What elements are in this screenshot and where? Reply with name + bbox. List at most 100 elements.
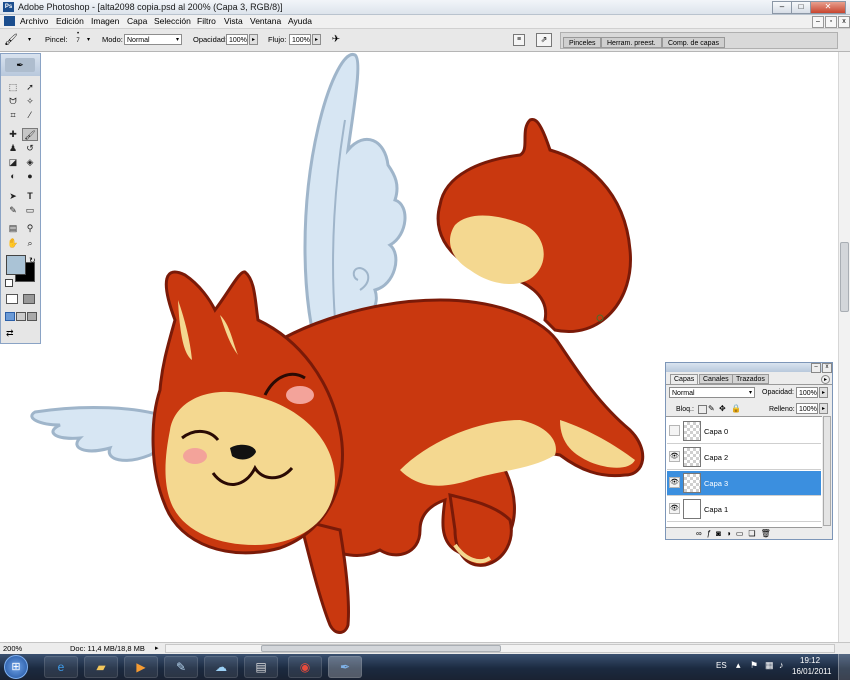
lock-pixels-icon[interactable]: ✎ bbox=[708, 404, 715, 413]
tab-canales[interactable]: Canales bbox=[699, 374, 733, 384]
folder-icon[interactable]: ▰ bbox=[84, 656, 118, 678]
opacity-input[interactable]: 100% bbox=[226, 34, 248, 45]
eye-icon[interactable]: 👁 bbox=[669, 451, 680, 462]
add-mask-icon[interactable]: ◙ bbox=[716, 529, 726, 538]
crop-icon[interactable]: ⌗ bbox=[5, 109, 21, 122]
vertical-scrollbar[interactable] bbox=[838, 52, 850, 642]
blur-icon[interactable]: ◐ bbox=[5, 170, 21, 183]
well-tab-herramientas[interactable]: Herram. preest. bbox=[601, 37, 662, 48]
menu-ayuda[interactable]: Ayuda bbox=[288, 16, 312, 26]
zoom-level[interactable]: 200% bbox=[3, 644, 22, 653]
menu-archivo[interactable]: Archivo bbox=[20, 16, 48, 26]
menu-seleccion[interactable]: Selección bbox=[154, 16, 191, 26]
new-group-icon[interactable]: ▭ bbox=[736, 529, 749, 538]
lock-position-icon[interactable]: ✥ bbox=[719, 404, 726, 413]
layer-style-icon[interactable]: ƒ bbox=[707, 529, 716, 538]
layer-opacity-slider[interactable]: ▸ bbox=[819, 387, 828, 398]
airbrush-icon[interactable]: ✈ bbox=[329, 34, 343, 46]
photoshop-taskbar-icon[interactable]: ✒ bbox=[328, 656, 362, 678]
eraser-icon[interactable]: ◪ bbox=[5, 156, 21, 169]
lock-transparency-icon[interactable] bbox=[698, 405, 707, 414]
bucket-icon[interactable]: ◈ bbox=[22, 156, 38, 169]
layer-opacity-input[interactable]: 100% bbox=[796, 387, 818, 398]
tools-header[interactable]: ✒ bbox=[1, 54, 40, 76]
tab-capas[interactable]: Capas bbox=[670, 374, 699, 384]
eye-icon[interactable]: 👁 bbox=[669, 503, 680, 514]
maximize-button[interactable]: □ bbox=[791, 1, 811, 14]
document-canvas[interactable] bbox=[0, 52, 838, 642]
vertical-scroll-thumb[interactable] bbox=[840, 242, 849, 312]
slice-icon[interactable]: ⁄ bbox=[22, 109, 38, 122]
adjustment-layer-icon[interactable]: ◑ bbox=[726, 529, 736, 538]
palette-toggle-icon[interactable]: ≡ bbox=[513, 34, 525, 46]
language-indicator[interactable]: ES bbox=[716, 661, 727, 670]
shape-icon[interactable]: ▭ bbox=[22, 204, 38, 217]
paint-app-icon[interactable]: ✎ bbox=[164, 656, 198, 678]
eye-icon[interactable]: 👁 bbox=[669, 477, 680, 488]
go-to-bridge-icon[interactable]: ⇗ bbox=[536, 33, 552, 47]
ps-menu-icon[interactable] bbox=[4, 16, 15, 26]
menu-vista[interactable]: Vista bbox=[224, 16, 243, 26]
brush-preview[interactable]: • 7 bbox=[74, 31, 82, 45]
menu-imagen[interactable]: Imagen bbox=[91, 16, 119, 26]
well-tab-comp-capas[interactable]: Comp. de capas bbox=[662, 37, 725, 48]
clock-time[interactable]: 19:12 bbox=[800, 656, 820, 665]
chrome-icon[interactable]: ◉ bbox=[288, 656, 322, 678]
ie-icon[interactable]: e bbox=[44, 656, 78, 678]
menu-ventana[interactable]: Ventana bbox=[250, 16, 281, 26]
path-select-icon[interactable]: ➤ bbox=[5, 190, 21, 203]
default-colors-icon[interactable] bbox=[5, 279, 13, 287]
brush-picker-arrow[interactable]: ▾ bbox=[87, 36, 90, 43]
fill-input[interactable]: 100% bbox=[796, 403, 818, 414]
close-button[interactable]: ✕ bbox=[810, 1, 846, 14]
layer-row-capa-0[interactable]: Capa 0 bbox=[667, 419, 821, 444]
well-tab-pinceles[interactable]: Pinceles bbox=[563, 37, 602, 48]
link-layers-icon[interactable]: ∞ bbox=[696, 529, 707, 538]
show-desktop-button[interactable] bbox=[838, 654, 850, 680]
tab-trazados[interactable]: Trazados bbox=[732, 374, 769, 384]
screen-mode-menu-icon[interactable] bbox=[16, 312, 26, 321]
menu-capa[interactable]: Capa bbox=[127, 16, 147, 26]
type-icon[interactable]: T bbox=[22, 190, 38, 203]
network-app-icon[interactable]: ☁ bbox=[204, 656, 238, 678]
jump-to-imageready-icon[interactable]: ⇄ bbox=[6, 327, 36, 340]
layer-row-capa-2[interactable]: 👁 Capa 2 bbox=[667, 445, 821, 470]
clock-date[interactable]: 16/01/2011 bbox=[792, 667, 831, 676]
eye-icon[interactable] bbox=[669, 425, 680, 436]
tool-preset-arrow[interactable]: ▾ bbox=[28, 36, 31, 43]
pen-icon[interactable]: ✎ bbox=[5, 204, 21, 217]
brush-icon[interactable]: 🖌 bbox=[4, 33, 26, 47]
stamp-icon[interactable]: ♟ bbox=[5, 142, 21, 155]
fill-slider[interactable]: ▸ bbox=[819, 403, 828, 414]
media-icon[interactable]: ▶ bbox=[124, 656, 158, 678]
history-brush-icon[interactable]: ↺ bbox=[22, 142, 38, 155]
doc-close-button[interactable]: x bbox=[838, 16, 850, 28]
doc-restore-button[interactable]: ▫ bbox=[825, 16, 837, 28]
healing-icon[interactable]: ✚ bbox=[5, 128, 21, 141]
opacity-slider-button[interactable]: ▸ bbox=[249, 34, 258, 45]
tray-arrow-icon[interactable]: ▴ bbox=[736, 660, 741, 671]
blend-mode-select[interactable]: Normal ▾ bbox=[669, 387, 755, 398]
layer-row-capa-3[interactable]: 👁 Capa 3 bbox=[667, 471, 821, 496]
lasso-icon[interactable]: ᗢ bbox=[5, 95, 21, 108]
swap-colors-icon[interactable]: ↻ bbox=[29, 256, 36, 265]
horizontal-scrollbar[interactable] bbox=[165, 644, 835, 653]
app-window-icon[interactable]: ▤ bbox=[244, 656, 278, 678]
marquee-icon[interactable]: ⬚ bbox=[5, 81, 21, 94]
flow-input[interactable]: 100% bbox=[289, 34, 311, 45]
minimize-button[interactable]: – bbox=[772, 1, 792, 14]
layer-row-capa-1[interactable]: 👁 Capa 1 bbox=[667, 497, 821, 522]
status-menu-arrow[interactable]: ▸ bbox=[155, 644, 159, 652]
windows-start-icon[interactable]: ⊞ bbox=[4, 655, 28, 679]
standard-mode-icon[interactable] bbox=[6, 294, 18, 304]
tray-volume-icon[interactable]: ♪ bbox=[779, 660, 784, 670]
menu-filtro[interactable]: Filtro bbox=[197, 16, 216, 26]
magic-wand-icon[interactable]: ✧ bbox=[22, 95, 38, 108]
mode-select[interactable]: Normal ▾ bbox=[124, 34, 182, 45]
new-layer-icon[interactable]: ❏ bbox=[748, 529, 760, 538]
eyedropper-icon[interactable]: ⚲ bbox=[22, 222, 38, 235]
foreground-color-swatch[interactable] bbox=[6, 255, 26, 275]
panel-menu-button[interactable]: ▸ bbox=[821, 375, 830, 384]
zoom-icon[interactable]: ⌕ bbox=[22, 237, 38, 250]
panel-minimize-button[interactable]: – bbox=[811, 363, 821, 373]
